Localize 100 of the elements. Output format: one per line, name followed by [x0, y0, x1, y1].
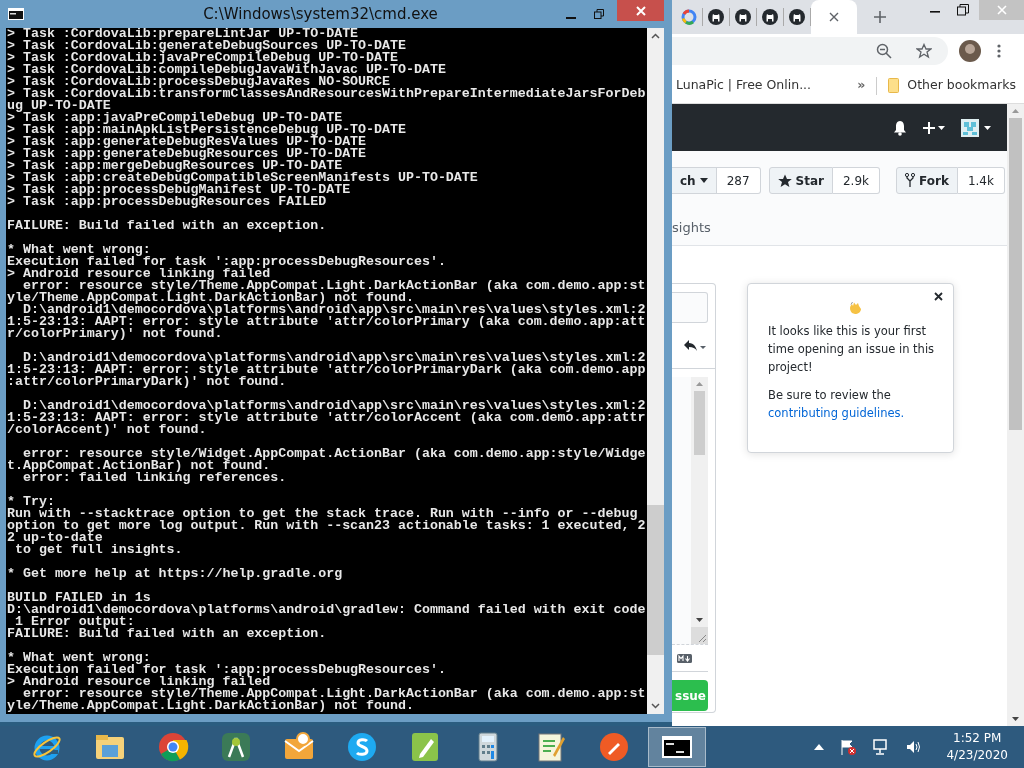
close-icon[interactable]: [934, 292, 943, 301]
resize-handle-icon: [691, 627, 708, 644]
console-line: * What went wrong:: [7, 244, 151, 256]
reply-caret-icon[interactable]: [683, 338, 707, 353]
close-icon: [635, 5, 646, 16]
cat-silhouette-icon: [762, 9, 778, 25]
count-label[interactable]: 2.9k: [832, 167, 880, 194]
close-icon: [996, 5, 1007, 15]
console-line: > Task :CordovaLib:compileDebugJavaWithJavac UP-TO-DATE: [7, 64, 447, 76]
terminal-icon: [8, 8, 24, 20]
console-line: > Task :CordovaLib:transformClassesAndResourcesWithPrepareIntermediateJarsForDeb: [7, 88, 647, 100]
console-line: > Task :app:mainApkListPersistenceDebug UP-TO-DATE: [7, 124, 407, 136]
console-line: > Android resource linking failed: [7, 268, 271, 280]
popover-text: It looks like this is your first time opening an issue in this project!: [768, 323, 936, 376]
scrollbar-thumb[interactable]: [694, 391, 705, 455]
count-label[interactable]: 287: [716, 167, 761, 194]
waving-hand-icon: [849, 301, 862, 314]
console-line: > Task :CordovaLib:generateDebugSources UP-TO-DATE: [7, 40, 407, 52]
speaker-icon[interactable]: [906, 740, 923, 754]
popover-text: Be sure to review the contributing guidelines.: [768, 387, 906, 422]
console-line: error: resource style/Theme.AppCompat.Light.DarkActionBar (aka com.demo.app:st: [22, 688, 647, 700]
console-line: Run with --stacktrace option to get the stack trace. Run with --info or --debug: [7, 508, 638, 520]
other-bookmarks-button[interactable]: Other bookmarks: [888, 76, 1016, 95]
repo-action-button[interactable]: Fork: [896, 167, 958, 194]
bookmark-link[interactable]: LunaPic | Free Onlin...: [676, 76, 812, 95]
caret-up-icon[interactable]: [814, 744, 825, 750]
markdown-icon: [677, 653, 692, 663]
caret-icon: [699, 178, 708, 183]
console-line: > Task :CordovaLib:javaPreCompileDebug UP-TO-DATE: [7, 52, 398, 64]
link[interactable]: contributing guidelines.: [768, 406, 905, 420]
window-title: C:\Windows\system32\cmd.exe: [202, 3, 439, 25]
console-line: yle/Theme.AppCompat.Light.DarkActionBar) not found.: [7, 292, 414, 304]
console-line: D:\android1\democordova\platforms\android\app\src\main\res\values\styles.xml:2: [22, 400, 647, 412]
console-line: 2 up-to-date: [7, 532, 103, 544]
console-line: * What went wrong:: [7, 652, 151, 664]
console-line: error: resource style/Widget.AppCompat.ActionBar (aka com.demo.app:style/Widge: [22, 448, 647, 460]
console-line: FAILURE: Build failed with an exception.: [7, 220, 328, 232]
console-line: 1:5-23:13: AAPT: error: style attribute 'attr/colorAccent (aka com.demo.app:attr: [7, 412, 647, 424]
console-line: error: failed linking references.: [22, 472, 288, 484]
cat-silhouette-icon: [735, 9, 751, 25]
console-line: BUILD FAILED in 1s: [7, 592, 151, 604]
avatar-caret-icon[interactable]: [961, 118, 991, 137]
console-line: > Android resource linking failed: [7, 676, 271, 688]
clock-time: 1:52 PM: [952, 730, 1003, 747]
console-line: > Task :app:generateDebugResources UP-TO-DATE: [7, 148, 368, 160]
avatar-icon[interactable]: [959, 40, 981, 62]
repo-tab[interactable]: sights: [672, 217, 1007, 237]
restore-icon[interactable]: [957, 4, 969, 16]
console-line: r/colorPrimary)' not found.: [7, 328, 223, 340]
console-line: /colorAccent)' not found.: [7, 424, 207, 436]
flag-x-icon[interactable]: [840, 739, 858, 755]
console-line: > Task :app:processDebugManifest UP-TO-DATE: [7, 184, 351, 196]
pen-pad-icon: [409, 731, 441, 763]
cat-silhouette-icon: [789, 9, 805, 25]
new-tab-icon[interactable]: [873, 10, 887, 24]
clock[interactable]: 1:52 PM 4/23/2020: [946, 730, 1008, 764]
scrollbar-thumb[interactable]: [647, 505, 664, 655]
console-line: t.AppCompat.ActionBar) not found.: [7, 460, 271, 472]
taskbar-app-button[interactable]: [648, 727, 706, 767]
console-line: > Task :app:javaPreCompileDebug UP-TO-DATE: [7, 112, 343, 124]
google-icon: [681, 9, 697, 25]
fork-icon: [905, 173, 915, 188]
menu-icon[interactable]: [997, 44, 1001, 58]
console-line: 1:5-23:13: AAPT: error: style attribute 'attr/colorPrimary (aka com.demo.app:att: [7, 316, 647, 328]
console-line: > Task :app:mergeDebugResources UP-TO-DATE: [7, 160, 343, 172]
console-line: 1:5-23:13: AAPT: error: style attribute 'attr/colorPrimaryDark (aka com.demo.app: [7, 364, 647, 376]
folder-icon: [888, 78, 900, 93]
console-line: option to get more log output. Run with --scan23 actionable tasks: 1 executed, 2: [7, 520, 647, 532]
cloud-logo-icon: [346, 731, 378, 763]
round-logo-icon: [598, 731, 630, 763]
bookmarks-overflow-button[interactable]: »: [857, 76, 866, 95]
console-line: > Task :app:generateDebugResValues UP-TO-DATE: [7, 136, 368, 148]
console-line: 1 Error output:: [14, 616, 135, 628]
plus-caret-icon[interactable]: [923, 120, 945, 135]
console-line: Execution failed for task ':app:processDebugResources'.: [7, 664, 447, 676]
repo-action-button[interactable]: Star: [768, 167, 833, 194]
star-icon[interactable]: [916, 43, 932, 59]
console-line: > Task :app:createDebugCompatibleScreenManifests UP-TO-DATE: [7, 172, 479, 184]
count-label[interactable]: 1.4k: [957, 167, 1005, 194]
console-line: to get full insights.: [13, 544, 184, 556]
console-line: > Task :CordovaLib:processDebugJavaRes NO-SOURCE: [7, 76, 390, 88]
title-field[interactable]: [672, 292, 708, 323]
close-icon[interactable]: [829, 12, 839, 22]
console-line: yle/Theme.AppCompat.Light.DarkActionBar) not found.: [7, 700, 414, 712]
console-line: ug UP-TO-DATE: [7, 100, 111, 112]
compass-icon: [220, 731, 252, 763]
notepad-icon: [535, 731, 567, 763]
console-line: :attr/colorPrimaryDark)' not found.: [7, 376, 288, 388]
star-icon: [777, 173, 792, 188]
zoom-out-icon[interactable]: [876, 43, 892, 59]
repo-action-button[interactable]: ch: [672, 167, 717, 194]
console-line: FAILURE: Build failed with an exception.: [7, 628, 328, 640]
bell-icon[interactable]: [893, 119, 907, 136]
console-line: D:\android1\democordova\platforms\android\app\src\main\res\values\styles.xml:2: [22, 304, 647, 316]
minimize-icon: [566, 16, 576, 19]
console-line: D:\android1\democordova\platforms\android\gradlew: Command failed with exit code: [7, 604, 647, 616]
console-line: error: resource style/Theme.AppCompat.Light.DarkActionBar (aka com.demo.app:st: [22, 280, 647, 292]
console-line: D:\android1\democordova\platforms\android\app\src\main\res\values\styles.xml:2: [22, 352, 647, 364]
close-button[interactable]: [617, 0, 664, 21]
cat-silhouette-icon: [708, 9, 724, 25]
